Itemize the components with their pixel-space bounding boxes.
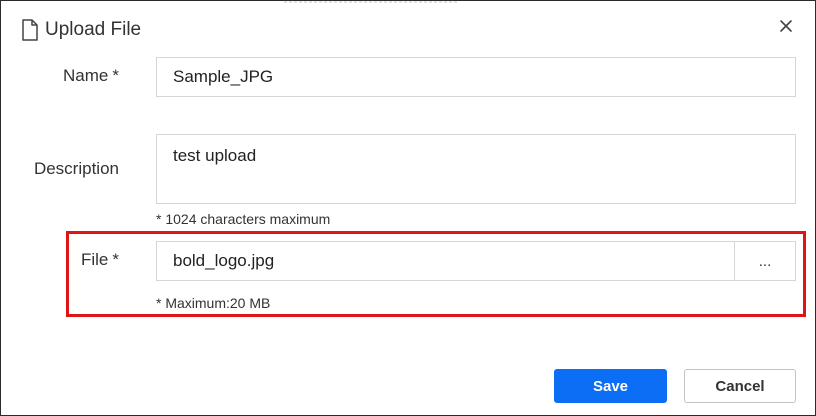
browse-button[interactable]: ...: [734, 241, 796, 281]
file-input[interactable]: [156, 241, 735, 281]
dialog-title: Upload File: [45, 19, 142, 40]
description-textarea[interactable]: test upload: [156, 134, 796, 204]
file-size-hint: * Maximum:20 MB: [156, 295, 271, 311]
description-label: Description: [33, 159, 119, 178]
background-strip: [284, 1, 459, 3]
close-icon: [775, 20, 797, 41]
cancel-button[interactable]: Cancel: [684, 369, 796, 403]
name-input[interactable]: [156, 57, 796, 97]
file-required-mark: *: [112, 250, 119, 269]
description-hint: * 1024 characters maximum: [156, 211, 331, 227]
close-button[interactable]: [775, 15, 797, 37]
save-button[interactable]: Save: [554, 369, 667, 403]
upload-file-dialog: Upload File Name* Description test uploa…: [0, 0, 816, 416]
name-required-mark: *: [112, 66, 119, 85]
file-icon: [21, 19, 39, 41]
name-label: Name *: [41, 66, 119, 86]
dialog-header: Upload File: [21, 17, 141, 43]
file-label-text: File: [80, 250, 109, 269]
file-label: File *: [61, 250, 119, 270]
name-label-text: Name: [63, 66, 109, 85]
